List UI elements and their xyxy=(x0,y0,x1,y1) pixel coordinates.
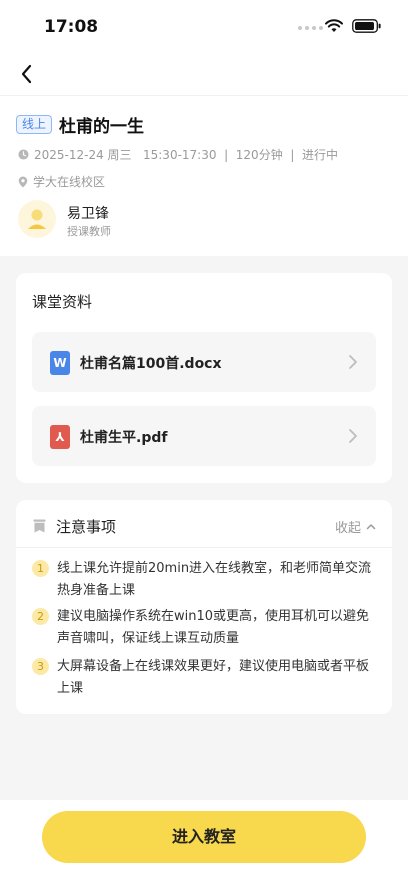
nav-bar xyxy=(0,54,408,96)
notice-text: 建议电脑操作系统在win10或更高，使用耳机可以避免声音啸叫，保证线上课互动质量 xyxy=(57,609,370,646)
enter-classroom-button[interactable]: 进入教室 xyxy=(42,811,366,863)
chevron-right-icon xyxy=(349,355,357,369)
notice-text: 大屏幕设备上在线课效果更好，建议使用电脑或者平板上课 xyxy=(57,659,370,696)
file-name: 杜甫生平.pdf xyxy=(80,430,168,446)
signal-dots-icon xyxy=(298,26,323,30)
notice-number-badge: 1 xyxy=(32,560,49,577)
bookmark-icon xyxy=(33,519,46,533)
location-pin-icon xyxy=(18,176,28,187)
back-button[interactable] xyxy=(14,60,42,88)
teacher-name: 易卫锋 xyxy=(67,206,109,222)
course-header: 线上 杜甫的一生 2025-12-24 周三 15:30-17:30 | 120… xyxy=(0,96,408,256)
notice-title: 注意事项 xyxy=(56,518,117,536)
file-name: 杜甫名篇100首.docx xyxy=(80,356,222,372)
clock-icon xyxy=(18,149,29,160)
status-bar: 17:08 xyxy=(0,0,408,54)
pdf-icon: ⅄ xyxy=(50,425,70,449)
teacher-role: 授课教师 xyxy=(67,225,111,238)
bottom-action-bar: 进入教室 xyxy=(0,800,408,883)
file-item-docx[interactable]: W 杜甫名篇100首.docx xyxy=(32,332,376,392)
materials-title: 课堂资料 xyxy=(32,293,93,311)
word-doc-icon: W xyxy=(50,351,70,375)
materials-card: 课堂资料 W 杜甫名篇100首.docx ⅄ 杜甫生平.pdf xyxy=(16,273,392,483)
course-location: 学大在线校区 xyxy=(33,175,106,189)
course-title: 杜甫的一生 xyxy=(59,117,144,137)
notice-card: 注意事项 收起 1 线上课允许提前20min进入在线教室，和老师简单交流热身准备… xyxy=(16,500,392,714)
chevron-right-icon xyxy=(349,429,357,443)
course-time-row: 2025-12-24 周三 15:30-17:30 | 120分钟 | 进行中 xyxy=(18,146,338,163)
course-location-row: 学大在线校区 xyxy=(18,173,105,190)
notice-text: 线上课允许提前20min进入在线教室，和老师简单交流热身准备上课 xyxy=(57,561,372,598)
wifi-icon xyxy=(325,19,343,32)
collapse-toggle[interactable]: 收起 xyxy=(335,517,376,536)
status-time: 17:08 xyxy=(44,17,99,37)
notice-number-badge: 2 xyxy=(32,608,49,625)
file-item-pdf[interactable]: ⅄ 杜甫生平.pdf xyxy=(32,406,376,466)
teacher-avatar xyxy=(18,200,56,238)
collapse-label: 收起 xyxy=(334,521,361,536)
notice-number-badge: 3 xyxy=(32,658,49,675)
online-tag: 线上 xyxy=(16,115,53,134)
course-datetime: 2025-12-24 周三 15:30-17:30 | 120分钟 | 进行中 xyxy=(34,148,338,162)
battery-icon xyxy=(352,19,381,33)
divider xyxy=(16,547,392,548)
chevron-up-icon xyxy=(366,524,376,530)
